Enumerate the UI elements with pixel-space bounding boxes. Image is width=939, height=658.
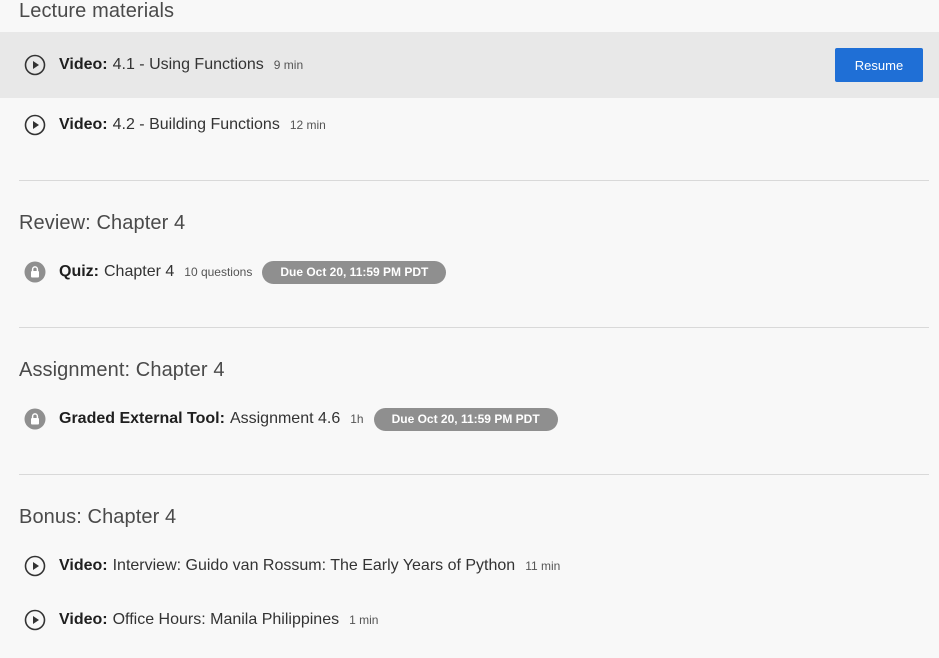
item-name[interactable]: Assignment 4.6 bbox=[230, 410, 340, 428]
item-type: Graded External Tool: bbox=[59, 410, 225, 427]
item-duration: 12 min bbox=[289, 118, 326, 132]
section-title-review: Review: Chapter 4 bbox=[19, 212, 186, 234]
item-duration: 11 min bbox=[525, 559, 561, 573]
item-quiz-chapter-4[interactable]: Quiz: Chapter 4 10 questions Due Oct 20,… bbox=[0, 250, 939, 294]
lock-icon bbox=[24, 408, 46, 430]
item-type: Video: bbox=[59, 611, 108, 628]
item-video-using-functions[interactable]: Video: 4.1 - Using Functions 9 min Resum… bbox=[0, 32, 939, 98]
item-type: Video: bbox=[59, 56, 108, 73]
section-title-assignment: Assignment: Chapter 4 bbox=[19, 359, 225, 381]
due-date-badge: Due Oct 20, 11:59 PM PDT bbox=[373, 407, 558, 431]
item-type: Video: bbox=[59, 557, 108, 574]
item-duration: 1h bbox=[350, 412, 364, 426]
week-content: Lecture materials Video: 4.1 - Using Fun… bbox=[0, 0, 939, 658]
item-name[interactable]: Chapter 4 bbox=[104, 263, 174, 281]
section-title-lecture-materials: Lecture materials bbox=[19, 0, 175, 22]
item-name[interactable]: 4.2 - Building Functions bbox=[113, 116, 280, 134]
section-divider bbox=[19, 474, 929, 475]
section-divider bbox=[19, 327, 929, 328]
item-name[interactable]: Interview: Guido van Rossum: The Early Y… bbox=[113, 557, 516, 575]
play-circle-icon bbox=[24, 609, 46, 631]
item-type: Quiz: bbox=[59, 263, 99, 280]
play-circle-icon bbox=[24, 114, 46, 136]
item-assignment-4-6[interactable]: Graded External Tool: Assignment 4.6 1h … bbox=[0, 397, 939, 441]
item-video-office-hours-manila[interactable]: Video: Office Hours: Manila Philippines … bbox=[0, 598, 939, 642]
item-name[interactable]: Office Hours: Manila Philippines bbox=[113, 611, 339, 629]
section-title-bonus: Bonus: Chapter 4 bbox=[19, 506, 177, 528]
item-name[interactable]: 4.1 - Using Functions bbox=[113, 56, 264, 74]
play-circle-icon bbox=[24, 54, 46, 76]
due-date-badge: Due Oct 20, 11:59 PM PDT bbox=[262, 260, 447, 284]
resume-button[interactable]: Resume bbox=[835, 48, 923, 82]
section-divider bbox=[19, 180, 929, 181]
item-video-building-functions[interactable]: Video: 4.2 - Building Functions 12 min bbox=[0, 103, 939, 147]
lock-icon bbox=[24, 261, 46, 283]
item-duration: 1 min bbox=[349, 613, 379, 627]
item-question-count: 10 questions bbox=[184, 265, 253, 279]
item-video-guido-interview[interactable]: Video: Interview: Guido van Rossum: The … bbox=[0, 544, 939, 588]
item-duration: 9 min bbox=[273, 58, 304, 72]
item-type: Video: bbox=[59, 116, 108, 133]
play-circle-icon bbox=[24, 555, 46, 577]
